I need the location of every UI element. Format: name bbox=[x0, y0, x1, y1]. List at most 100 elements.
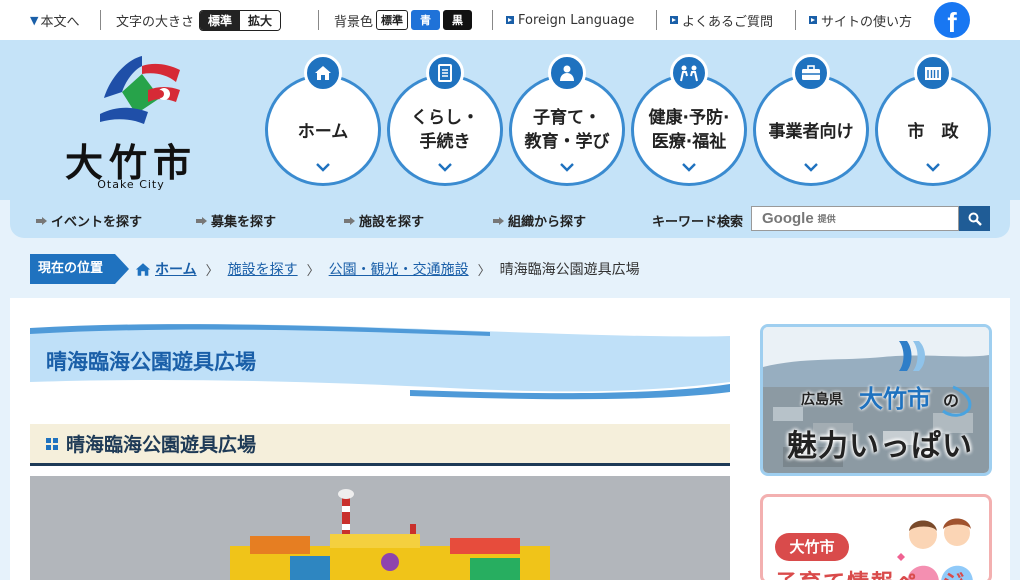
facility-photo bbox=[30, 476, 730, 580]
bg-blue-button[interactable]: 青 bbox=[411, 10, 441, 30]
arrow-right-icon bbox=[36, 216, 48, 225]
chevron-right-icon: 〉 bbox=[477, 263, 491, 279]
home-icon bbox=[304, 54, 342, 92]
arrow-right-icon bbox=[196, 216, 208, 225]
site-header: 大竹市 Otake City ホーム くらし・ 手続き 子育て・ 教育・学び 健… bbox=[0, 40, 1020, 200]
grid-icon bbox=[46, 437, 58, 450]
divider bbox=[492, 10, 493, 30]
bg-normal-button[interactable]: 標準 bbox=[376, 10, 409, 30]
font-normal-button[interactable]: 標準 bbox=[200, 10, 241, 30]
search-provided-label: 提供 bbox=[817, 215, 836, 225]
child-icon bbox=[548, 54, 586, 92]
event-search-label: イベントを探す bbox=[51, 215, 143, 230]
search-icon bbox=[968, 212, 982, 226]
recruit-search-link[interactable]: 募集を探す bbox=[196, 211, 276, 230]
section-heading: 晴海臨海公園遊具広場 bbox=[30, 424, 730, 466]
chevron-down-icon bbox=[560, 163, 574, 172]
banner-pref-text: 広島県 bbox=[801, 392, 843, 408]
gnav-business[interactable]: 事業者向け bbox=[753, 54, 869, 186]
chevron-right-icon: 〉 bbox=[205, 263, 219, 279]
document-icon bbox=[426, 54, 464, 92]
gnav-label: 健康·予防· 医療·福祉 bbox=[648, 108, 730, 152]
gnav-health[interactable]: 健康·予防· 医療·福祉 bbox=[631, 54, 747, 186]
breadcrumb: 現在の位置 ホーム 〉 施設を探す 〉 公園・観光・交通施設 〉 晴海臨海公園遊… bbox=[30, 254, 640, 284]
section-title: 晴海臨海公園遊具広場 bbox=[66, 434, 257, 456]
link-arrow-icon bbox=[809, 16, 817, 24]
chevron-down-icon bbox=[804, 163, 818, 172]
search-brand: Google bbox=[762, 210, 814, 227]
search-input[interactable]: Google 提供 bbox=[751, 206, 959, 231]
org-search-label: 組織から探す bbox=[508, 215, 587, 230]
page-title-block: 晴海臨海公園遊具広場 bbox=[30, 320, 730, 400]
banner-main-text: 魅力いっぱい bbox=[787, 429, 973, 464]
arrow-down-icon: ▼ bbox=[30, 13, 39, 27]
bg-black-button[interactable]: 黒 bbox=[443, 10, 473, 30]
city-logo-mark[interactable] bbox=[96, 52, 184, 130]
site-howto-link[interactable]: サイトの使い方 bbox=[809, 11, 912, 30]
breadcrumb-category-link[interactable]: 公園・観光・交通施設 bbox=[329, 259, 469, 279]
building-icon bbox=[914, 54, 952, 92]
facebook-icon[interactable]: f bbox=[934, 2, 970, 38]
faq-label: よくあるご質問 bbox=[682, 14, 774, 30]
foreign-language-label: Foreign Language bbox=[518, 12, 635, 28]
sub-navigation: イベントを探す 募集を探す 施設を探す 組織から探す キーワード検索 Googl… bbox=[10, 200, 1010, 238]
facility-search-link[interactable]: 施設を探す bbox=[344, 211, 424, 230]
gnav-living[interactable]: くらし・ 手続き bbox=[387, 54, 503, 186]
recruit-search-label: 募集を探す bbox=[211, 215, 277, 230]
chevron-down-icon bbox=[682, 163, 696, 172]
link-arrow-icon bbox=[506, 16, 514, 24]
home-icon bbox=[135, 262, 151, 276]
gnav-childcare[interactable]: 子育て・ 教育・学び bbox=[509, 54, 625, 186]
utility-bar: ▼ 本文へ 文字の大きさ 標準 拡大 背景色 標準 青 黒 Foreign Lan… bbox=[0, 0, 1020, 40]
gnav-label: くらし・ 手続き bbox=[411, 108, 479, 152]
keyword-search-label: キーワード検索 bbox=[652, 215, 744, 230]
page-title: 晴海臨海公園遊具広場 bbox=[46, 350, 256, 374]
current-location-label: 現在の位置 bbox=[30, 254, 130, 284]
gnav-label: 事業者向け bbox=[768, 122, 854, 142]
faq-link[interactable]: よくあるご質問 bbox=[670, 11, 773, 30]
gnav-home[interactable]: ホーム bbox=[265, 54, 381, 186]
logo-english-name: Otake City bbox=[97, 178, 165, 191]
skip-to-content-link[interactable]: ▼ 本文へ bbox=[30, 11, 79, 30]
search-button[interactable] bbox=[959, 206, 990, 231]
arrow-right-icon bbox=[344, 216, 356, 225]
gnav-label: ホーム bbox=[297, 122, 349, 142]
foreign-language-link[interactable]: Foreign Language bbox=[506, 13, 634, 28]
skip-label: 本文へ bbox=[40, 14, 80, 30]
banner-city-text: 大竹市 bbox=[859, 385, 931, 413]
chevron-down-icon bbox=[926, 163, 940, 172]
city-charm-banner[interactable]: 広島県 大竹市 の 魅力いっぱい bbox=[760, 324, 992, 476]
main-content: 晴海臨海公園遊具広場 晴海臨海公園遊具広場 広島県 大竹市 の 魅力いっぱい 大… bbox=[10, 298, 1010, 580]
font-size-control: 文字の大きさ 標準 拡大 bbox=[116, 9, 282, 31]
divider bbox=[656, 10, 657, 30]
link-arrow-icon bbox=[670, 16, 678, 24]
bg-color-label: 背景色 bbox=[334, 14, 374, 30]
banner-childcare-text: 子育て情報ページ bbox=[775, 565, 967, 580]
font-size-toggle: 標準 拡大 bbox=[199, 9, 282, 31]
org-search-link[interactable]: 組織から探す bbox=[493, 211, 586, 230]
site-howto-label: サイトの使い方 bbox=[821, 14, 913, 30]
divider bbox=[795, 10, 796, 30]
bg-color-control: 背景色 標準 青 黒 bbox=[334, 10, 473, 30]
banner-city-badge: 大竹市 bbox=[775, 533, 849, 561]
briefcase-icon bbox=[792, 54, 830, 92]
font-size-label: 文字の大きさ bbox=[116, 14, 195, 30]
font-large-button[interactable]: 拡大 bbox=[240, 10, 281, 30]
breadcrumb-facility-link[interactable]: 施設を探す bbox=[228, 259, 298, 279]
arrow-right-icon bbox=[493, 216, 505, 225]
health-icon bbox=[670, 54, 708, 92]
banner-no-text: の bbox=[943, 391, 960, 410]
gnav-label: 子育て・ 教育・学び bbox=[524, 108, 610, 152]
gnav-city-admin[interactable]: 市 政 bbox=[875, 54, 991, 186]
breadcrumb-home-link[interactable]: ホーム bbox=[155, 259, 197, 279]
divider bbox=[100, 10, 101, 30]
childcare-info-banner[interactable]: 大竹市 子育て情報ページ bbox=[760, 494, 992, 580]
chevron-down-icon bbox=[438, 163, 452, 172]
breadcrumb-current: 晴海臨海公園遊具広場 bbox=[499, 262, 640, 278]
event-search-link[interactable]: イベントを探す bbox=[36, 211, 142, 230]
divider bbox=[318, 10, 319, 30]
facility-search-label: 施設を探す bbox=[359, 215, 425, 230]
chevron-down-icon bbox=[316, 163, 330, 172]
chevron-right-icon: 〉 bbox=[306, 263, 320, 279]
gnav-label: 市 政 bbox=[907, 122, 959, 142]
